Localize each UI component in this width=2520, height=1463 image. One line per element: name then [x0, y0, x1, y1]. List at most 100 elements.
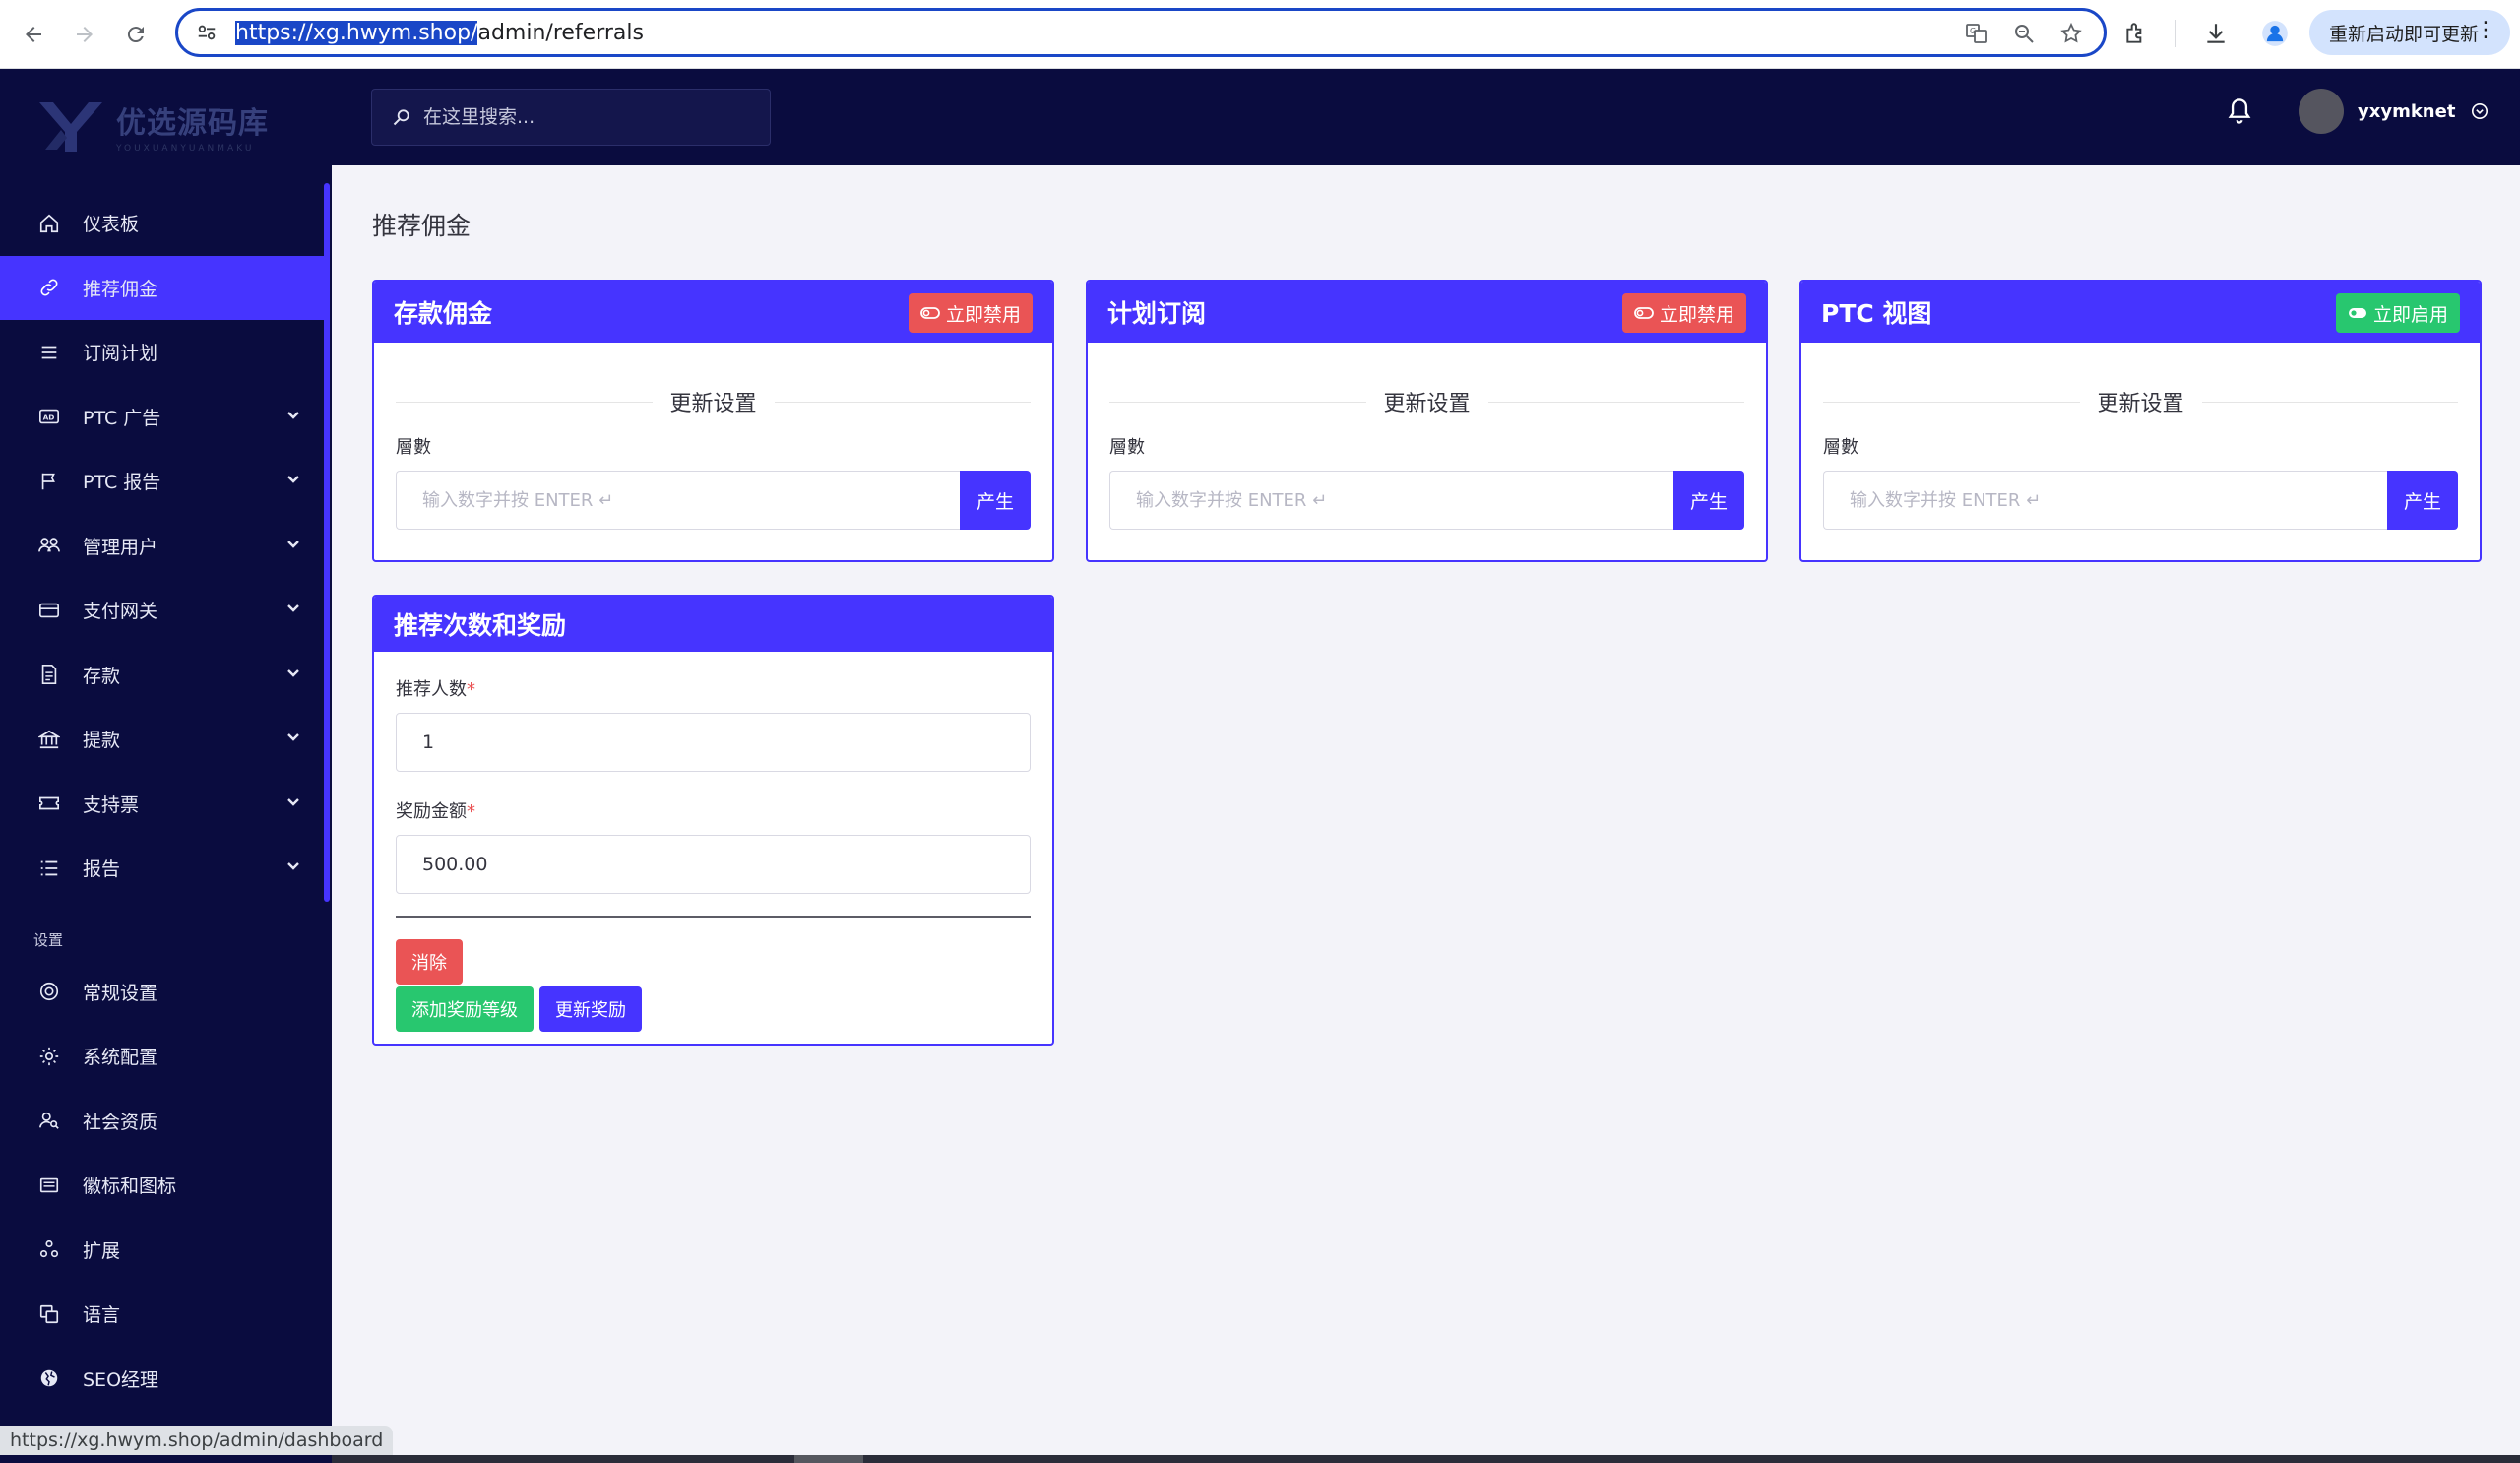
sidebar-item-general-settings[interactable]: 常规设置: [0, 960, 324, 1025]
deposit-commission-card: 存款佣金 立即禁用 更新设置 層數 产生: [372, 280, 1054, 562]
card-title: 存款佣金: [394, 299, 493, 328]
disable-button[interactable]: 立即禁用: [908, 293, 1033, 333]
toggle-label: 立即启用: [2372, 303, 2448, 326]
sidebar: 优选源码库 YOUXUANYUANMAKU 仪表板 推荐佣金 订阅计划 AD P…: [0, 69, 332, 1463]
sidebar-item-system-config[interactable]: 系统配置: [0, 1024, 324, 1089]
section-title: 更新设置: [396, 386, 1031, 417]
sidebar-item-dashboard[interactable]: 仪表板: [0, 191, 324, 256]
reward-amount-input[interactable]: [396, 835, 1031, 894]
users-icon: [37, 534, 61, 557]
levels-label: 層數: [1823, 437, 1858, 458]
more-menu-icon[interactable]: ⋮: [2475, 18, 2496, 42]
levels-input[interactable]: [396, 471, 960, 530]
sidebar-item-label: 支持票: [83, 794, 140, 816]
sidebar-item-logo-favicon[interactable]: 徽标和图标: [0, 1153, 324, 1218]
chevron-down-icon: [287, 733, 299, 741]
home-icon: [37, 212, 61, 235]
sidebar-item-label: 提款: [83, 730, 121, 752]
browser-toolbar: https://xg.hwym.shop/admin/referrals G 重…: [0, 0, 2520, 69]
credit-card-icon: [37, 599, 61, 622]
sidebar-item-support-tickets[interactable]: 支持票: [0, 772, 324, 837]
ptc-view-card: PTC 视图 立即启用 更新设置 層數 产生: [1799, 280, 2482, 562]
bell-icon[interactable]: [2226, 96, 2253, 130]
referral-count-label: 推荐人数*: [396, 679, 475, 700]
update-reward-button[interactable]: 更新奖励: [539, 986, 642, 1032]
url-path-part: admin/referrals: [477, 20, 644, 45]
search-box[interactable]: [371, 89, 771, 146]
translate-icon[interactable]: G: [1962, 19, 1991, 48]
sidebar-item-withdrawals[interactable]: 提款: [0, 707, 324, 772]
site-info-icon[interactable]: [192, 18, 221, 47]
sidebar-item-label: 推荐佣金: [83, 278, 158, 300]
reload-icon[interactable]: [116, 15, 156, 54]
card-title: 计划订阅: [1107, 299, 1207, 328]
sidebar-item-seo-manager[interactable]: SEO经理: [0, 1347, 324, 1412]
extensions-icon[interactable]: [2116, 14, 2156, 53]
sidebar-item-referrals[interactable]: 推荐佣金: [0, 255, 324, 320]
section-title: 更新设置: [1109, 386, 1744, 417]
toggle-off-icon: [1634, 306, 1654, 320]
username: yxymknet: [2358, 100, 2456, 122]
settings-section-label: 设置: [33, 930, 64, 949]
generate-button[interactable]: 产生: [1673, 471, 1744, 530]
scrollbar-thumb[interactable]: [794, 1455, 863, 1463]
sidebar-item-label: 社会资质: [83, 1111, 158, 1133]
card-title: PTC 视图: [1821, 299, 1932, 328]
download-icon[interactable]: [2196, 14, 2236, 53]
restart-update-button[interactable]: 重新启动即可更新 ⋮: [2309, 10, 2510, 55]
chevron-down-icon: [287, 476, 299, 483]
search-icon: [393, 109, 410, 126]
logo-subtext: YOUXUANYUANMAKU: [116, 143, 255, 154]
generate-button[interactable]: 产生: [960, 471, 1031, 530]
link-icon: [37, 276, 61, 299]
address-bar[interactable]: https://xg.hwym.shop/admin/referrals G: [175, 8, 2107, 57]
chevron-down-icon: [287, 540, 299, 548]
url-selected-part: https://xg.hwym.shop/: [235, 20, 478, 45]
bookmark-star-icon[interactable]: [2056, 19, 2086, 48]
chevron-circle-down-icon: [2472, 102, 2488, 120]
generate-button[interactable]: 产生: [2387, 471, 2458, 530]
user-menu[interactable]: yxymknet: [2299, 89, 2488, 134]
reward-amount-label: 奖励金额*: [396, 801, 475, 822]
cog-icon: [37, 1045, 61, 1068]
sidebar-item-extensions[interactable]: 扩展: [0, 1218, 324, 1283]
sidebar-item-plans[interactable]: 订阅计划: [0, 320, 324, 385]
sidebar-item-social-credentials[interactable]: 社会资质: [0, 1089, 324, 1154]
globe-icon: [37, 1367, 61, 1390]
search-input[interactable]: [423, 106, 758, 128]
forward-icon[interactable]: [65, 15, 104, 54]
url-text[interactable]: https://xg.hwym.shop/admin/referrals: [235, 20, 644, 45]
sidebar-item-payment-gateways[interactable]: 支付网关: [0, 578, 324, 643]
sidebar-item-ptc-reports[interactable]: PTC 报告: [0, 449, 324, 514]
levels-input[interactable]: [1109, 471, 1673, 530]
life-ring-icon: [37, 980, 61, 1003]
delete-button[interactable]: 消除: [396, 939, 463, 985]
plan-subscription-card: 计划订阅 立即禁用 更新设置 層數 产生: [1086, 280, 1768, 562]
deposit-icon: [37, 663, 61, 686]
toggle-label: 立即禁用: [1659, 303, 1734, 326]
add-reward-level-button[interactable]: 添加奖励等级: [396, 986, 534, 1032]
back-icon[interactable]: [14, 15, 53, 54]
sidebar-item-manage-users[interactable]: 管理用户: [0, 514, 324, 579]
levels-label: 層數: [396, 437, 431, 458]
sidebar-item-language[interactable]: 语言: [0, 1282, 324, 1347]
sidebar-item-label: 报告: [83, 859, 121, 881]
sidebar-item-deposits[interactable]: 存款: [0, 643, 324, 708]
disable-button[interactable]: 立即禁用: [1621, 293, 1746, 333]
zoom-icon[interactable]: [2009, 19, 2039, 48]
chevron-down-icon: [287, 668, 299, 677]
levels-input[interactable]: [1823, 471, 2387, 530]
logo[interactable]: 优选源码库 YOUXUANYUANMAKU: [0, 69, 332, 182]
referral-count-input[interactable]: [396, 713, 1031, 772]
enable-button[interactable]: 立即启用: [2335, 293, 2460, 333]
sidebar-item-reports[interactable]: 报告: [0, 836, 324, 901]
horizontal-scrollbar[interactable]: [332, 1455, 2520, 1463]
report-icon: [37, 857, 61, 880]
chevron-down-icon: [287, 862, 299, 870]
puzzle-icon: [37, 1238, 61, 1261]
sidebar-scrollbar[interactable]: [324, 183, 330, 902]
profile-icon[interactable]: [2255, 14, 2295, 53]
referral-reward-card: 推荐次数和奖励 推荐人数* 奖励金额* 消除 添加奖励等级 更新奖励: [372, 595, 1054, 1046]
sidebar-item-ptc-ads[interactable]: AD PTC 广告: [0, 385, 324, 450]
svg-text:G: G: [1970, 27, 1976, 35]
